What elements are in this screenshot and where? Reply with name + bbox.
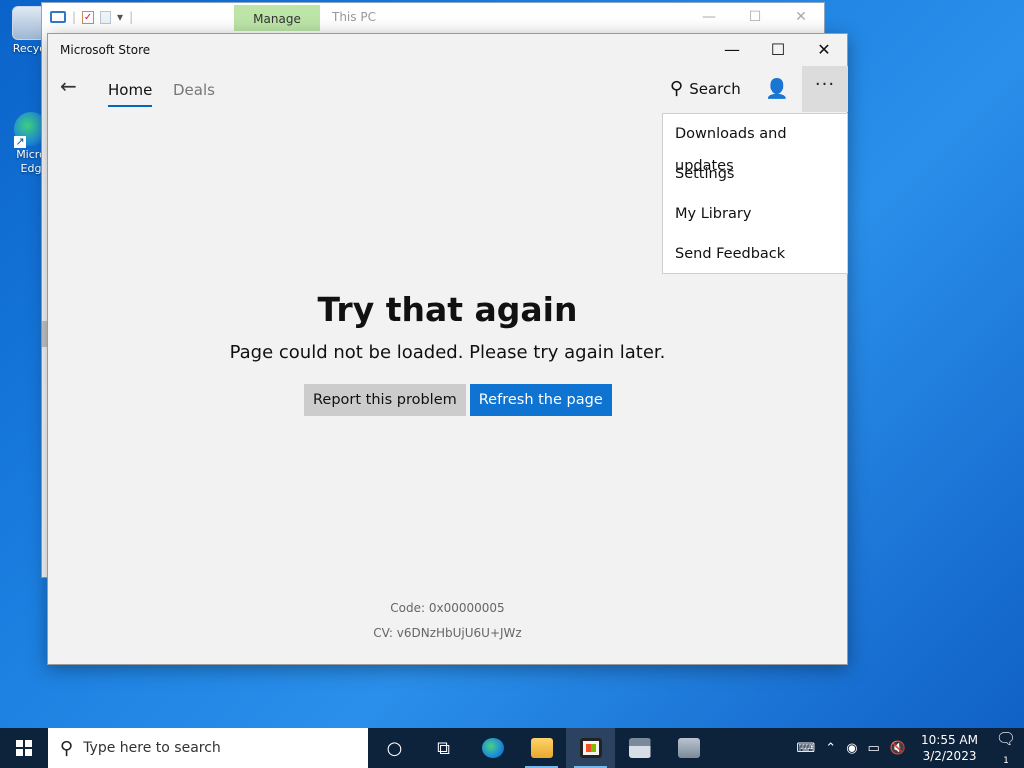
window-title: Microsoft Store (60, 43, 151, 57)
search-placeholder: Type here to search (83, 740, 221, 756)
error-code: Code: 0x00000005 (390, 601, 505, 615)
network-app-icon (677, 738, 700, 758)
menu-item-send-feedback[interactable]: Send Feedback (663, 238, 847, 278)
search-label: Search (689, 79, 741, 98)
cortana-circle-icon: ○ (386, 737, 403, 759)
clock[interactable]: 10:55 AM 3/2/2023 (911, 732, 988, 764)
explorer-maximize-button[interactable]: ☐ (732, 3, 778, 31)
start-button[interactable] (0, 728, 48, 768)
volume-muted-icon[interactable]: 🔇 (885, 741, 911, 756)
properties-icon[interactable]: ✓ (82, 10, 95, 24)
new-folder-icon[interactable] (100, 10, 112, 24)
tab-label: Home (108, 81, 153, 99)
taskbar-file-explorer[interactable] (517, 728, 566, 768)
close-button[interactable]: ✕ (801, 34, 847, 66)
action-center-button[interactable]: 🗨 1 (988, 729, 1024, 767)
explorer-title: This PC (332, 10, 376, 24)
system-tray: ⌨ ⌃ ◉ ▭ 🔇 10:55 AM 3/2/2023 🗨 1 (792, 728, 1024, 768)
store-nav-bar: ← Home Deals ⚲ Search 👤 ··· ⬉ (48, 66, 848, 139)
tab-home[interactable]: Home (108, 81, 153, 107)
store-titlebar[interactable]: Microsoft Store — ☐ ✕ (48, 34, 847, 66)
error-title: Try that again (317, 290, 578, 329)
taskbar-microsoft-store[interactable] (566, 728, 615, 768)
quick-access-toolbar: | ✓ ▾ | (42, 10, 133, 24)
report-problem-button[interactable]: Report this problem (304, 384, 466, 416)
account-button[interactable]: 👤 (762, 74, 792, 104)
taskbar-network-app[interactable] (664, 728, 713, 768)
taskbar: ⚲ Type here to search ○ ⧉ ⌨ ⌃ ◉ ▭ 🔇 10:5… (0, 728, 1024, 768)
webcam-icon[interactable]: ◉ (841, 741, 862, 756)
clock-time: 10:55 AM (921, 733, 978, 747)
taskbar-edge[interactable] (468, 728, 517, 768)
keyboard-icon[interactable]: ⌨ (792, 741, 821, 756)
see-more-menu: Downloads and updates Settings My Librar… (662, 113, 848, 274)
notification-count: 1 (1003, 756, 1009, 766)
edge-icon (481, 738, 504, 758)
correlation-vector: CV: v6DNzHbUjU6U+JWz (373, 626, 522, 640)
mail-icon (628, 738, 651, 758)
menu-item-settings[interactable]: Settings (663, 158, 847, 198)
search-icon: ⚲ (670, 78, 684, 99)
tab-deals[interactable]: Deals (173, 81, 215, 99)
explorer-minimize-button[interactable]: — (686, 3, 732, 31)
error-message: Page could not be loaded. Please try aga… (229, 342, 666, 363)
maximize-button[interactable]: ☐ (755, 34, 801, 66)
windows-logo-icon (16, 740, 32, 756)
menu-item-downloads-and-updates[interactable]: Downloads and updates (663, 118, 847, 174)
error-actions: Report this problem Refresh the page (304, 384, 612, 416)
this-pc-icon (50, 11, 66, 23)
tab-label: Deals (173, 81, 215, 99)
microsoft-store-window: Microsoft Store — ☐ ✕ ← Home Deals ⚲ Sea… (47, 33, 848, 665)
minimize-button[interactable]: — (709, 34, 755, 66)
customize-toolbar-chevron-icon[interactable]: ▾ (117, 10, 123, 24)
selected-tab-indicator (108, 105, 153, 107)
network-icon[interactable]: ▭ (863, 741, 885, 756)
add-user-icon: 👤 (765, 78, 789, 100)
ribbon-tab-manage[interactable]: Manage (234, 5, 320, 31)
taskbar-search-box[interactable]: ⚲ Type here to search (48, 728, 368, 768)
clock-date: 3/2/2023 (922, 749, 977, 763)
cortana-button[interactable]: ○ (370, 728, 419, 768)
refresh-page-button[interactable]: Refresh the page (469, 384, 612, 416)
search-icon: ⚲ (60, 737, 74, 759)
explorer-titlebar[interactable]: | ✓ ▾ | Manage This PC — ☐ ✕ (42, 3, 824, 31)
taskbar-mail[interactable] (615, 728, 664, 768)
explorer-close-button[interactable]: ✕ (778, 3, 824, 31)
task-view-button[interactable]: ⧉ (419, 728, 468, 768)
notification-icon: 🗨 (995, 729, 1017, 748)
store-bag-icon (579, 738, 602, 758)
back-button[interactable]: ← (60, 72, 84, 100)
folder-icon (530, 738, 553, 758)
search-button[interactable]: ⚲ Search (670, 78, 741, 99)
taskbar-apps: ○ ⧉ (370, 728, 713, 768)
task-view-icon: ⧉ (437, 737, 450, 759)
show-hidden-icons-chevron-icon[interactable]: ⌃ (820, 741, 841, 756)
see-more-button[interactable]: ··· (802, 66, 848, 112)
menu-item-my-library[interactable]: My Library (663, 198, 847, 238)
